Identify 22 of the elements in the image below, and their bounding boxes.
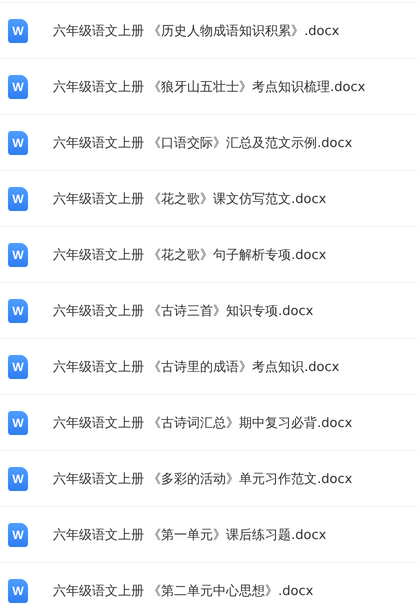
file-name[interactable]: 六年级语文上册 《第二单元中心思想》.docx bbox=[53, 582, 314, 600]
file-name[interactable]: 六年级语文上册 《口语交际》汇总及范文示例.docx bbox=[53, 134, 352, 152]
file-name[interactable]: 六年级语文上册 《古诗词汇总》期中复习必背.docx bbox=[53, 414, 352, 432]
document-icon: W bbox=[8, 522, 28, 546]
file-name[interactable]: 六年级语文上册 《多彩的活动》单元习作范文.docx bbox=[53, 470, 352, 488]
document-icon: W bbox=[8, 410, 28, 434]
document-icon: W bbox=[8, 354, 28, 378]
document-icon: W bbox=[8, 18, 28, 42]
document-icon: W bbox=[8, 186, 28, 210]
document-icon: W bbox=[8, 130, 28, 154]
document-icon: W bbox=[8, 242, 28, 266]
file-name[interactable]: 六年级语文上册 《花之歌》课文仿写范文.docx bbox=[53, 190, 326, 208]
file-name[interactable]: 六年级语文上册 《古诗里的成语》考点知识.docx bbox=[53, 358, 340, 376]
file-name[interactable]: 六年级语文上册 《花之歌》句子解析专项.docx bbox=[53, 246, 326, 264]
file-name[interactable]: 六年级语文上册 《狼牙山五壮士》考点知识梳理.docx bbox=[53, 78, 366, 96]
document-icon: W bbox=[8, 298, 28, 322]
file-name[interactable]: 六年级语文上册 《历史人物成语知识积累》.docx bbox=[53, 22, 340, 40]
document-icon: W bbox=[8, 466, 28, 490]
file-name[interactable]: 六年级语文上册 《第一单元》课后练习题.docx bbox=[53, 526, 326, 544]
document-icon: W bbox=[8, 578, 28, 602]
file-name[interactable]: 六年级语文上册 《古诗三首》知识专项.docx bbox=[53, 302, 314, 320]
document-icon: W bbox=[8, 74, 28, 98]
